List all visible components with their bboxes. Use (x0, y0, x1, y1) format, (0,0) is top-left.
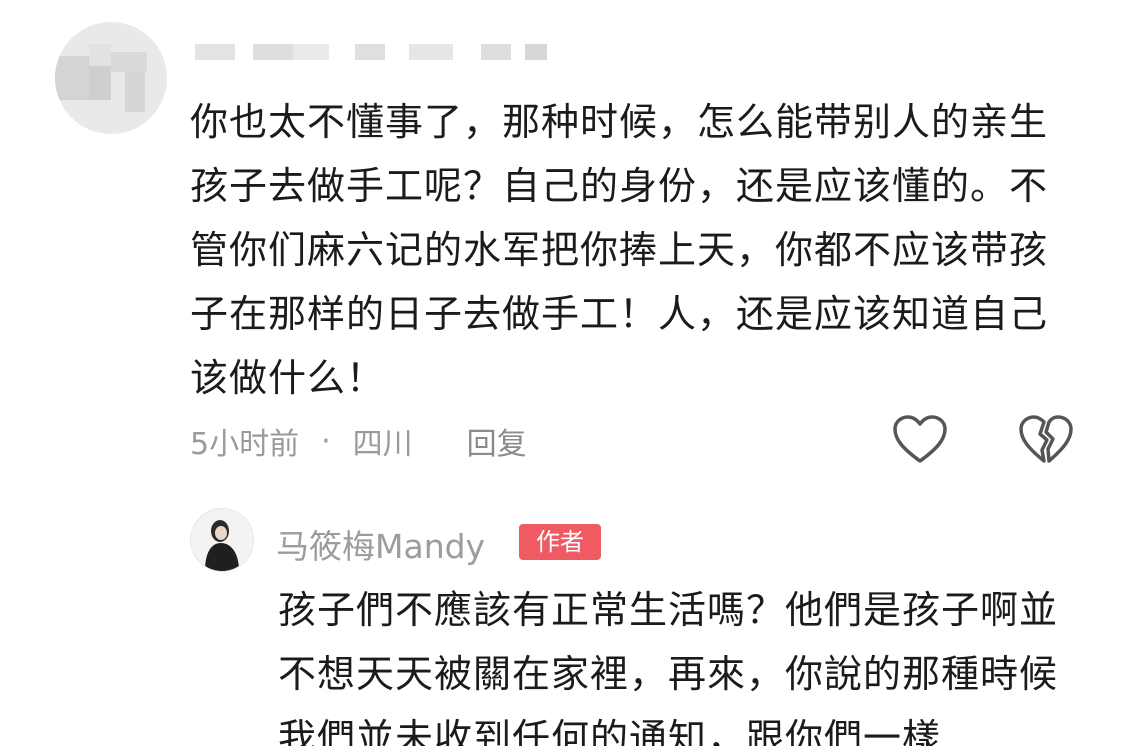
author-avatar[interactable] (190, 508, 254, 572)
blurred-username (195, 38, 575, 64)
comment-thread: 你也太不懂事了，那种时候，怎么能带别人的亲生孩子去做手工呢？自己的身份，还是应该… (0, 0, 1130, 746)
blur-block (525, 44, 547, 60)
comment-location: 四川 (352, 427, 413, 462)
person-photo-icon (191, 509, 253, 571)
reply-body: 孩子們不應該有正常生活嗎？他們是孩子啊並不想天天被關在家裡，再來，你說的那種時候… (278, 588, 1059, 746)
avatar-mosaic (125, 72, 145, 112)
comment-body: 你也太不懂事了，那种时候，怎么能带别人的亲生孩子去做手工呢？自己的身份，还是应该… (190, 100, 1049, 400)
meta-separator: · (321, 423, 331, 459)
author-badge: 作者 (519, 524, 601, 560)
author-name[interactable]: 马筱梅Mandy (276, 520, 485, 568)
blur-block (409, 44, 453, 60)
reply-button[interactable]: 回复 (467, 419, 527, 463)
avatar-mosaic (89, 66, 111, 100)
blur-block (481, 44, 511, 60)
avatar-mosaic (89, 44, 111, 66)
blur-block (195, 44, 235, 60)
commenter-avatar[interactable] (55, 22, 167, 134)
comment-time: 5小时前 (190, 427, 300, 462)
broken-heart-icon[interactable] (1018, 414, 1074, 466)
avatar-mosaic (111, 52, 147, 72)
blur-block (293, 44, 329, 60)
blur-block (355, 44, 385, 60)
heart-icon[interactable] (892, 414, 948, 466)
comment-meta: 5小时前 · 四川 回复 (190, 418, 527, 464)
avatar-mosaic (55, 56, 89, 100)
blur-block (253, 44, 293, 60)
